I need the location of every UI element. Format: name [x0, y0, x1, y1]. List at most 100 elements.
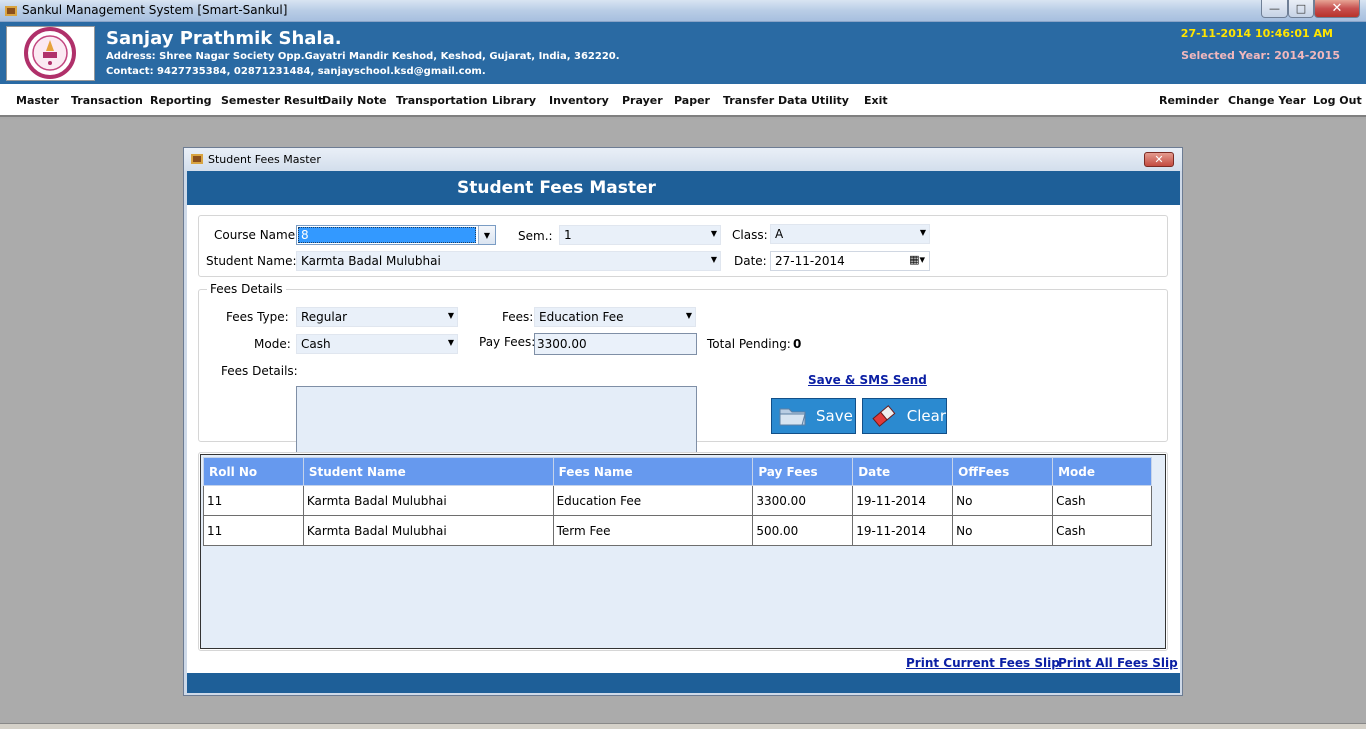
student-name-label: Student Name: [206, 254, 297, 268]
fees-select[interactable]: Education Fee ▼ [534, 307, 696, 327]
cell-fees-name[interactable]: Education Fee [552, 485, 754, 516]
fees-history-grid[interactable]: Roll No Student Name Fees Name Pay Fees … [200, 454, 1166, 649]
dialog-close-button[interactable]: ✕ [1144, 152, 1174, 167]
column-header-off-fees[interactable]: OffFees [952, 457, 1054, 486]
menu-transfer-data[interactable]: Transfer Data [723, 94, 807, 107]
cell-pay-fees[interactable]: 3300.00 [752, 485, 854, 516]
menu-exit[interactable]: Exit [864, 94, 888, 107]
mode-select[interactable]: Cash ▼ [296, 334, 458, 354]
table-row[interactable]: 11 Karmta Badal Mulubhai Education Fee 3… [203, 485, 1152, 516]
column-header-mode[interactable]: Mode [1052, 457, 1152, 486]
chevron-down-icon: ▼ [710, 229, 717, 238]
cell-mode[interactable]: Cash [1052, 485, 1152, 516]
fees-details-group-title: Fees Details [207, 282, 286, 296]
close-button[interactable]: ✕ [1314, 0, 1360, 18]
cell-mode[interactable]: Cash [1052, 515, 1152, 546]
date-picker[interactable]: 27-11-2014 ▦▾ [770, 251, 930, 271]
main-menu-bar: Master Transaction Reporting Semester Re… [0, 84, 1366, 117]
class-select[interactable]: A ▼ [770, 224, 930, 244]
cell-student-name[interactable]: Karmta Badal Mulubhai [302, 485, 554, 516]
menu-semester-result[interactable]: Semester Result [221, 94, 323, 107]
menu-paper[interactable]: Paper [674, 94, 710, 107]
close-icon: ✕ [1154, 153, 1164, 166]
app-title-bar: Sankul Management System [Smart-Sankul] … [0, 0, 1366, 22]
fees-details-textarea[interactable] [296, 386, 697, 457]
cell-off-fees[interactable]: No [952, 485, 1054, 516]
menu-library[interactable]: Library [492, 94, 536, 107]
table-row[interactable]: 11 Karmta Badal Mulubhai Term Fee 500.00… [203, 515, 1152, 546]
column-header-date[interactable]: Date [852, 457, 954, 486]
logo-seal-icon [24, 27, 76, 79]
menu-change-year[interactable]: Change Year [1228, 94, 1306, 107]
column-header-roll-no[interactable]: Roll No [203, 457, 304, 486]
menu-reminder[interactable]: Reminder [1159, 94, 1219, 107]
fees-details-label: Fees Details: [221, 364, 298, 378]
fees-history-table: Roll No Student Name Fees Name Pay Fees … [203, 457, 1152, 546]
sem-label: Sem.: [518, 229, 553, 243]
cell-roll-no[interactable]: 11 [203, 515, 304, 546]
eraser-icon [872, 405, 896, 427]
fees-type-label: Fees Type: [226, 310, 289, 324]
minimize-button[interactable]: — [1261, 0, 1288, 18]
menu-master[interactable]: Master [16, 94, 59, 107]
maximize-button[interactable]: □ [1288, 0, 1314, 18]
menu-utility[interactable]: Utility [811, 94, 849, 107]
current-datetime: 27-11-2014 10:46:01 AM [1180, 27, 1333, 40]
sem-select[interactable]: 1 ▼ [559, 225, 721, 245]
course-value: 8 [298, 227, 476, 243]
menu-prayer[interactable]: Prayer [622, 94, 663, 107]
cell-fees-name[interactable]: Term Fee [552, 515, 754, 546]
school-contact: Contact: 9427735384, 02871231484, sanjay… [106, 66, 486, 77]
calendar-icon[interactable]: ▦▾ [909, 253, 925, 266]
print-current-fees-slip-link[interactable]: Print Current Fees Slip [906, 656, 1060, 670]
fees-label: Fees: [502, 310, 534, 324]
column-header-pay-fees[interactable]: Pay Fees [752, 457, 854, 486]
cell-pay-fees[interactable]: 500.00 [752, 515, 854, 546]
save-sms-send-link[interactable]: Save & SMS Send [808, 373, 927, 387]
dialog-body: Student Fees Master Course Name: 8 ▼ Sem… [187, 171, 1180, 693]
school-header: Sanjay Prathmik Shala. Address: Shree Na… [0, 22, 1366, 84]
date-value: 27-11-2014 [775, 254, 845, 268]
date-label: Date: [734, 254, 767, 268]
menu-transaction[interactable]: Transaction [71, 94, 143, 107]
clear-button[interactable]: Clear [862, 398, 947, 434]
column-header-student-name[interactable]: Student Name [302, 457, 554, 486]
fees-type-value: Regular [301, 310, 348, 324]
menu-reporting[interactable]: Reporting [150, 94, 212, 107]
save-button-label: Save [816, 407, 853, 425]
chevron-down-icon: ▼ [447, 338, 454, 347]
total-pending-label: Total Pending: [707, 337, 791, 351]
dialog-title-bar[interactable]: Student Fees Master ✕ [184, 148, 1182, 171]
column-header-fees-name[interactable]: Fees Name [552, 457, 754, 486]
save-button[interactable]: Save [771, 398, 856, 434]
folder-icon [779, 408, 806, 426]
course-select[interactable]: 8 ▼ [296, 225, 496, 245]
school-name: Sanjay Prathmik Shala. [106, 28, 342, 49]
menu-log-out[interactable]: Log Out [1313, 94, 1362, 107]
student-name-select[interactable]: Karmta Badal Mulubhai ▼ [296, 251, 721, 271]
pay-fees-input[interactable]: 3300.00 [534, 333, 697, 355]
print-all-fees-slip-link[interactable]: Print All Fees Slip [1058, 656, 1178, 670]
cell-student-name[interactable]: Karmta Badal Mulubhai [302, 515, 554, 546]
course-label: Course Name: [214, 228, 300, 242]
chevron-down-icon: ▼ [685, 311, 692, 320]
status-strip [0, 723, 1366, 729]
menu-daily-note[interactable]: Daily Note [322, 94, 387, 107]
total-pending-value: 0 [793, 337, 802, 351]
fees-type-select[interactable]: Regular ▼ [296, 307, 458, 327]
chevron-down-icon[interactable]: ▼ [478, 226, 495, 244]
menu-transportation[interactable]: Transportation [396, 94, 487, 107]
form-header: Student Fees Master [187, 171, 1180, 205]
cell-roll-no[interactable]: 11 [203, 485, 304, 516]
form-title: Student Fees Master [457, 178, 656, 198]
cell-date[interactable]: 19-11-2014 [852, 485, 954, 516]
mode-label: Mode: [254, 337, 291, 351]
cell-date[interactable]: 19-11-2014 [852, 515, 954, 546]
dialog-app-icon [191, 154, 203, 164]
class-label: Class: [732, 228, 768, 242]
chevron-down-icon: ▼ [447, 311, 454, 320]
table-header-row: Roll No Student Name Fees Name Pay Fees … [203, 457, 1152, 486]
school-address: Address: Shree Nagar Society Opp.Gayatri… [106, 51, 620, 62]
cell-off-fees[interactable]: No [952, 515, 1054, 546]
menu-inventory[interactable]: Inventory [549, 94, 609, 107]
